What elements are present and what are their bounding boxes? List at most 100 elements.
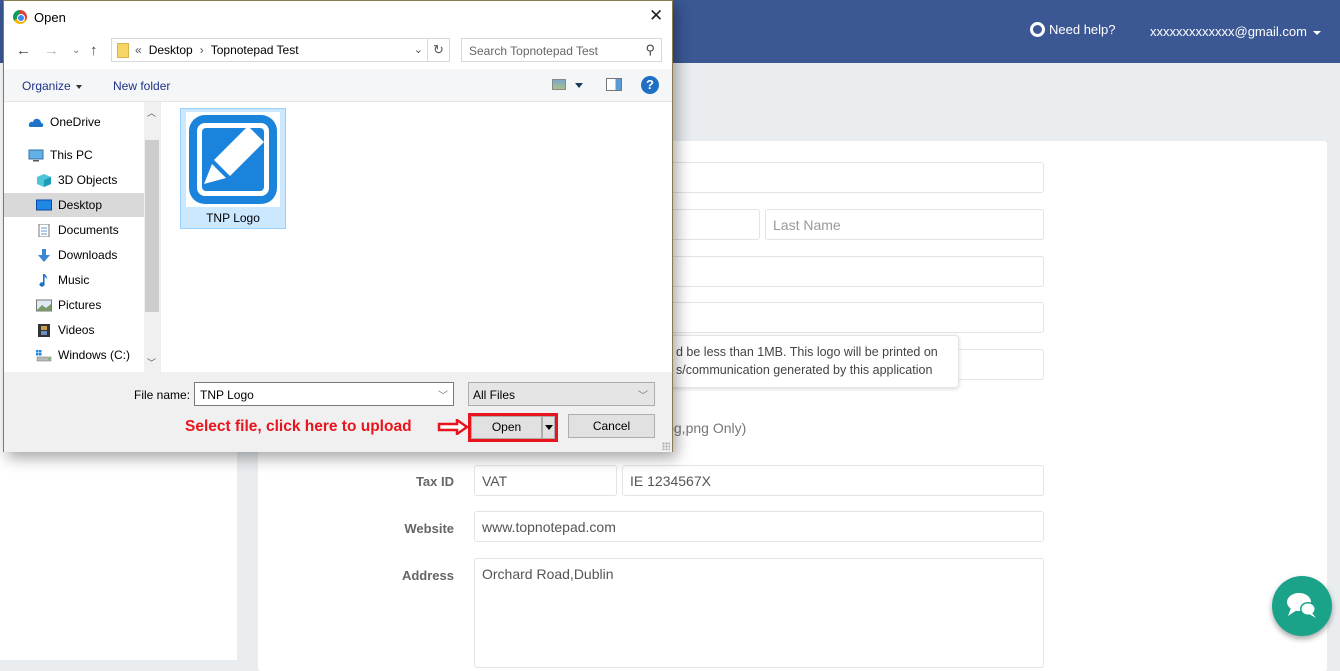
nav-item-desktop[interactable]: Desktop	[4, 193, 144, 217]
organize-button[interactable]: Organize	[22, 79, 82, 93]
last-name-input[interactable]: Last Name	[765, 209, 1044, 240]
drive-icon	[36, 349, 52, 362]
red-arrow-icon	[437, 419, 469, 435]
chat-button[interactable]	[1272, 576, 1332, 636]
dialog-title: Open	[34, 10, 66, 25]
lifebuoy-icon	[1030, 22, 1045, 37]
website-value: www.topnotepad.com	[482, 519, 616, 535]
tax-type-input[interactable]: VAT	[474, 465, 617, 496]
company-name-input[interactable]	[662, 162, 1044, 193]
nav-label: Music	[58, 273, 89, 287]
picture-icon	[36, 299, 52, 312]
caret-down-icon	[1313, 31, 1321, 35]
nav-item-onedrive[interactable]: OneDrive	[28, 110, 144, 134]
new-folder-button[interactable]: New folder	[113, 79, 170, 93]
nav-label: Pictures	[58, 298, 101, 312]
tax-id-label: Tax ID	[364, 474, 454, 489]
nav-item-documents[interactable]: Documents	[36, 218, 144, 242]
close-icon[interactable]: ✕	[649, 6, 663, 26]
open-button[interactable]: Open	[471, 416, 542, 439]
nav-scroll-thumb[interactable]	[145, 140, 159, 312]
tooltip-line-1: d be less than 1MB. This logo will be pr…	[676, 343, 948, 361]
dialog-footer: File name: TNP Logo ﹀ All Files ﹀ Select…	[4, 372, 672, 452]
file-name-value: TNP Logo	[200, 388, 254, 402]
tax-number-input[interactable]: IE 1234567X	[622, 465, 1044, 496]
email-input[interactable]	[662, 256, 1044, 287]
desktop-icon	[36, 199, 52, 212]
file-list: TNP Logo	[160, 102, 672, 372]
address-bar[interactable]: « Desktop › Topnotepad Test ⌄ ↻	[111, 38, 450, 62]
cube-icon	[36, 174, 52, 187]
phone-input[interactable]	[662, 302, 1044, 333]
logo-format-hint: jpg,png Only)	[663, 420, 746, 436]
edit-pencil-logo-icon	[186, 112, 280, 207]
tooltip-line-2: s/communication generated by this applic…	[676, 361, 948, 379]
nav-item-3d-objects[interactable]: 3D Objects	[36, 168, 144, 192]
forward-arrow-icon[interactable]: →	[44, 42, 59, 59]
nav-item-music[interactable]: Music	[36, 268, 144, 292]
address-textarea[interactable]: Orchard Road,Dublin	[474, 558, 1044, 668]
logo-tooltip: d be less than 1MB. This logo will be pr…	[640, 335, 959, 388]
tnp-logo-thumbnail	[186, 112, 280, 207]
chat-bubbles-icon	[1285, 591, 1319, 621]
resize-grip-icon[interactable]	[662, 442, 670, 450]
website-input[interactable]: www.topnotepad.com	[474, 511, 1044, 542]
view-options-caret-icon[interactable]	[575, 83, 583, 88]
address-row: ← → ⌄ ↑ « Desktop › Topnotepad Test ⌄ ↻ …	[4, 34, 672, 69]
nav-item-downloads[interactable]: Downloads	[36, 243, 144, 267]
file-name-input[interactable]: TNP Logo ﹀	[194, 382, 454, 406]
change-view-icon[interactable]	[552, 79, 566, 90]
nav-label: 3D Objects	[58, 173, 117, 187]
dialog-toolbar: Organize New folder ?	[4, 69, 672, 102]
open-file-dialog: Open ✕ ← → ⌄ ↑ « Desktop › Topnotepad Te…	[3, 0, 673, 452]
nav-label: OneDrive	[50, 115, 101, 129]
nav-item-this-pc[interactable]: This PC	[28, 143, 144, 167]
cloud-icon	[28, 116, 44, 129]
need-help-label: Need help?	[1049, 22, 1116, 37]
tax-number-value: IE 1234567X	[630, 473, 711, 489]
chevron-down-icon: ﹀	[638, 387, 648, 402]
back-arrow-icon[interactable]: ←	[16, 42, 31, 59]
user-menu[interactable]: xxxxxxxxxxxxx@gmail.com	[1150, 24, 1321, 39]
file-type-select[interactable]: All Files ﹀	[468, 382, 655, 406]
breadcrumb-separator-icon: ›	[200, 43, 204, 57]
nav-label: Downloads	[58, 248, 117, 262]
music-note-icon	[36, 274, 52, 287]
folder-icon	[117, 43, 129, 58]
document-icon	[36, 224, 52, 237]
search-placeholder: Search Topnotepad Test	[469, 44, 598, 58]
website-label: Website	[364, 521, 454, 536]
breadcrumb-prefix: «	[135, 43, 142, 57]
address-value: Orchard Road,Dublin	[482, 566, 614, 582]
search-input[interactable]: Search Topnotepad Test ⚲	[461, 38, 662, 62]
cancel-button[interactable]: Cancel	[568, 414, 655, 438]
navigation-pane: OneDrive This PC 3D Objects Desktop Docu…	[4, 102, 160, 372]
preview-pane-icon[interactable]	[606, 78, 622, 91]
help-icon[interactable]: ?	[641, 76, 659, 94]
nav-label: This PC	[50, 148, 93, 162]
open-options-dropdown[interactable]	[542, 416, 555, 439]
nav-scrollbar[interactable]: ︿ ﹀	[144, 102, 160, 372]
need-help-link[interactable]: Need help?	[1030, 22, 1116, 37]
file-item-tnp-logo[interactable]: TNP Logo	[180, 108, 286, 229]
film-icon	[36, 324, 52, 337]
nav-item-pictures[interactable]: Pictures	[36, 293, 144, 317]
tax-type-value: VAT	[482, 473, 507, 489]
caret-down-icon	[76, 85, 82, 89]
breadcrumb-desktop[interactable]: Desktop	[149, 43, 193, 57]
chrome-logo-icon	[13, 10, 27, 24]
nav-item-windows-c[interactable]: Windows (C:)	[36, 343, 144, 367]
nav-item-videos[interactable]: Videos	[36, 318, 144, 342]
dialog-body: OneDrive This PC 3D Objects Desktop Docu…	[4, 102, 672, 372]
scroll-up-icon[interactable]: ︿	[147, 106, 156, 119]
scroll-down-icon[interactable]: ﹀	[147, 356, 156, 369]
breadcrumb-topnotepad-test[interactable]: Topnotepad Test	[211, 43, 299, 57]
address-dropdown-icon[interactable]: ⌄	[414, 43, 423, 56]
chevron-down-icon[interactable]: ﹀	[438, 387, 448, 402]
last-name-placeholder: Last Name	[773, 217, 841, 233]
recent-locations-chevron-icon[interactable]: ⌄	[72, 45, 80, 56]
refresh-icon[interactable]: ↻	[427, 39, 449, 61]
search-icon: ⚲	[645, 42, 655, 58]
up-arrow-icon[interactable]: ↑	[90, 42, 98, 59]
first-name-input[interactable]	[662, 209, 760, 240]
